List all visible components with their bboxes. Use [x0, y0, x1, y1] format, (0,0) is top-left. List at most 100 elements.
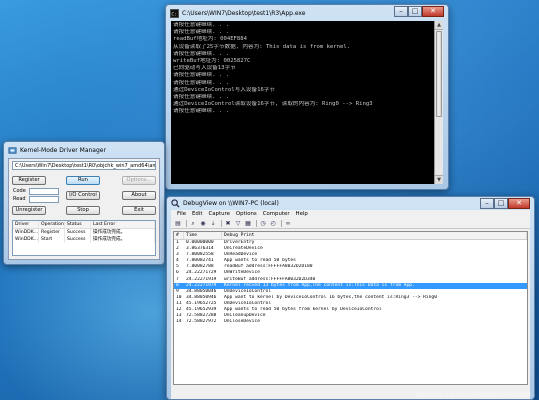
- menu-help[interactable]: Help: [293, 210, 311, 219]
- menu-bar: File Edit Capture Options Computer Help: [171, 210, 530, 219]
- close-button[interactable]: ✕: [508, 198, 530, 209]
- log-cell: 72.58827972: [186, 319, 217, 325]
- read-label: Read: [13, 196, 26, 202]
- log-cell: OnCloseDevice: [224, 319, 260, 325]
- log-rows: 1 0.00000000 DriverEntry 2 3.86376314 OnCreat…: [174, 240, 527, 325]
- filter-icon[interactable]: ▽: [234, 220, 242, 228]
- scroll-down-arrow-icon[interactable]: ▼: [435, 175, 443, 184]
- driver-manager-titlebar[interactable]: Kernel-Mode Driver Manager: [4, 142, 164, 158]
- debugview-client: File Edit Capture Options Computer Help …: [171, 210, 530, 399]
- console-lines: 请按任意键继续. . . 请按任意键继续. . . readBuf地址为: 004E…: [173, 22, 433, 116]
- table-cell: WinDDK...: [15, 236, 39, 243]
- toolbar-separator: [281, 220, 282, 227]
- table-row[interactable]: WinDDK... Start Success 操作成功完成。: [13, 236, 155, 243]
- table-cell: Start: [39, 236, 65, 243]
- column-header[interactable]: Status: [65, 221, 91, 228]
- clock-icon[interactable]: ◴: [269, 220, 277, 228]
- console-line: readBuf地址为: 004EF884: [173, 36, 248, 43]
- clear-icon[interactable]: ✖: [224, 220, 232, 228]
- toolbar-separator: [221, 220, 222, 227]
- driver-manager-app-icon: [8, 146, 17, 154]
- log-cell: 14: [176, 319, 182, 325]
- console-line: 请按任意键继续. . .: [173, 29, 229, 36]
- driver-manager-client: C:\Users\Win7\Desktop\test1\R0\objchk_wi…: [8, 158, 160, 260]
- code-label: Code: [13, 188, 26, 194]
- io-control-button[interactable]: I/O Control: [66, 191, 100, 200]
- log-row[interactable]: 14 72.58827972 OnCloseDevice: [174, 319, 527, 325]
- driver-status-table[interactable]: Driver Operation Status Last Error WinDD…: [12, 220, 156, 256]
- maximize-button[interactable]: □: [408, 6, 422, 17]
- console-line: 请按任意键继续. . .: [173, 79, 229, 86]
- stop-button[interactable]: Stop: [66, 206, 100, 215]
- debug-log-list[interactable]: # Time Debug Print 1 0.00000000 DriverEntr…: [173, 231, 528, 385]
- exit-button[interactable]: Exit: [122, 206, 156, 215]
- minimize-button[interactable]: –: [480, 198, 494, 209]
- console-line: 已向驱动写入设备13字节: [173, 65, 236, 72]
- unregister-button[interactable]: Unregister: [12, 206, 46, 215]
- about-button[interactable]: About: [122, 191, 156, 200]
- menu-options[interactable]: Options: [233, 210, 260, 219]
- read-input[interactable]: [29, 196, 59, 203]
- console-app-icon: C:: [170, 8, 179, 18]
- column-header[interactable]: Operation: [39, 221, 65, 228]
- console-line: 请按任意键继续. . .: [173, 22, 229, 28]
- toolbar: ▤ ⌕ ◉ ⇣ ✖ ▽ ▦ ◷ ◴ ∞: [171, 219, 530, 229]
- save-icon[interactable]: ▤: [174, 220, 182, 228]
- scroll-thumb[interactable]: [436, 31, 442, 117]
- autoscroll-icon[interactable]: ⇣: [209, 220, 217, 228]
- table-header: Driver Operation Status Last Error: [13, 221, 155, 229]
- close-button[interactable]: ✕: [422, 6, 444, 17]
- run-button[interactable]: Run: [66, 176, 100, 185]
- toolbar-separator: [186, 220, 187, 227]
- table-cell: Success: [65, 236, 91, 243]
- console-line: 通过DeviceIoControl写入设备16字节: [173, 86, 276, 93]
- column-header[interactable]: Last Error: [91, 221, 155, 228]
- svg-text:C:: C:: [171, 11, 176, 17]
- debugview-app-icon: [171, 199, 180, 208]
- console-window[interactable]: C: C:\Users\WIN7\Desktop\test1\R3\App.ex…: [165, 4, 449, 190]
- console-line: 从设备读取了25字节数据, 内容为: This data is from ker…: [173, 43, 351, 50]
- log-header: # Time Debug Print: [174, 232, 527, 240]
- time-icon[interactable]: ◷: [259, 220, 267, 228]
- menu-file[interactable]: File: [174, 210, 189, 219]
- console-output[interactable]: 请按任意键继续. . . 请按任意键继续. . . readBuf地址为: 004E…: [171, 21, 443, 184]
- console-scrollbar[interactable]: ▲ ▼: [434, 21, 443, 184]
- column-header[interactable]: Driver: [13, 221, 39, 228]
- column-header-time[interactable]: Time: [184, 232, 222, 239]
- table-cell: 操作成功完成。: [91, 229, 155, 236]
- debugview-titlebar[interactable]: DebugView on \\WIN7-PC (local): [167, 197, 534, 210]
- capture-icon[interactable]: ◉: [199, 220, 207, 228]
- code-input[interactable]: [29, 188, 59, 195]
- driver-manager-title: Kernel-Mode Driver Manager: [20, 146, 106, 154]
- console-line: 通过DeviceIoControl读取设备16字节, 读取的内容为: Ring0…: [173, 101, 373, 108]
- column-header-number[interactable]: #: [174, 232, 184, 239]
- console-line: writeBuf地址为: 0025827C: [173, 58, 251, 65]
- console-line: 请按任意键继续. . .: [173, 94, 229, 101]
- toolbar-separator: [256, 220, 257, 227]
- column-header-debug-print[interactable]: Debug Print: [222, 232, 527, 239]
- menu-computer[interactable]: Computer: [260, 210, 293, 219]
- driver-path-field[interactable]: C:\Users\Win7\Desktop\test1\R0\objchk_wi…: [12, 161, 156, 170]
- console-title: C:\Users\WIN7\Desktop\test1\R3\App.exe: [182, 9, 306, 17]
- console-line: 请按任意键继续. . .: [173, 50, 229, 57]
- watermark-text: https://blog.csdn.net/qq_43160549/articl…: [415, 393, 535, 398]
- console-line: 请按任意键继续. . .: [173, 72, 229, 79]
- maximize-button[interactable]: □: [494, 198, 508, 209]
- menu-edit[interactable]: Edit: [189, 210, 205, 219]
- table-cell: 操作成功完成。: [91, 236, 155, 243]
- minimize-button[interactable]: –: [394, 6, 408, 17]
- table-cell: WinDDK...: [15, 229, 39, 236]
- debugview-window[interactable]: DebugView on \\WIN7-PC (local) – □ ✕ Fil…: [166, 196, 535, 400]
- binoculars-icon[interactable]: ∞: [284, 220, 292, 228]
- table-cell: Success: [65, 229, 91, 236]
- driver-manager-window[interactable]: Kernel-Mode Driver Manager C:\Users\Win7…: [3, 141, 165, 265]
- register-button[interactable]: Register: [12, 176, 46, 185]
- scroll-up-arrow-icon[interactable]: ▲: [435, 21, 443, 30]
- debugview-title: DebugView on \\WIN7-PC (local): [183, 200, 279, 207]
- find-icon[interactable]: ⌕: [189, 220, 197, 228]
- options-button[interactable]: Options...: [122, 176, 156, 185]
- highlight-icon[interactable]: ▦: [244, 220, 252, 228]
- table-row[interactable]: WinDDK... Register Success 操作成功完成。: [13, 229, 155, 236]
- console-line: 请按任意键继续. . .: [173, 108, 229, 115]
- menu-capture[interactable]: Capture: [205, 210, 232, 219]
